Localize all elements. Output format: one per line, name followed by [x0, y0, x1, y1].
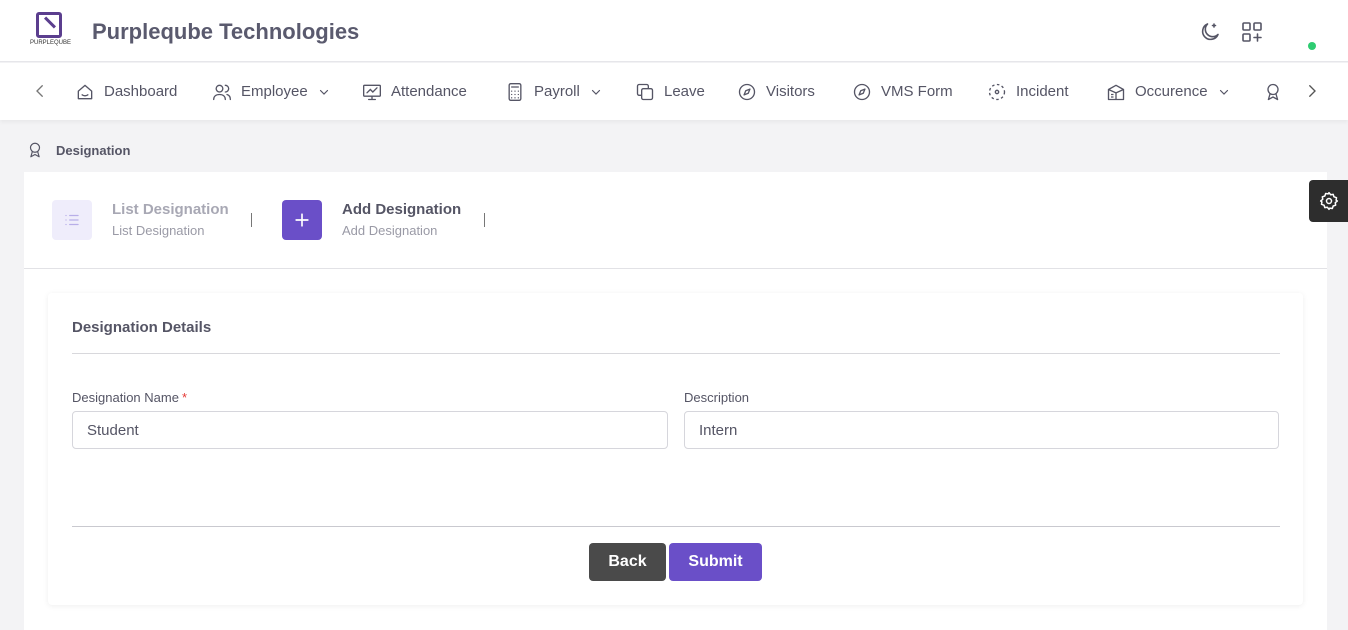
description-input[interactable]	[684, 411, 1279, 449]
nav-item-leave[interactable]: Leave	[635, 63, 705, 120]
home-icon	[77, 84, 93, 99]
moon-icon[interactable]	[1198, 20, 1222, 44]
nav-label: Visitors	[766, 83, 815, 100]
nav-label: Employee	[241, 83, 308, 100]
online-status-dot	[1308, 42, 1316, 50]
chevron-down-icon	[319, 89, 328, 95]
submit-button[interactable]: Submit	[669, 543, 762, 581]
designation-name-input[interactable]	[72, 411, 668, 449]
gear-icon	[1319, 191, 1338, 211]
monitor-chart-icon	[363, 84, 381, 100]
award-icon	[29, 142, 41, 158]
nav-item-employee[interactable]: Employee	[212, 63, 330, 120]
chevron-down-icon	[1219, 89, 1228, 95]
chevron-down-icon	[591, 89, 600, 95]
step-subtitle-list: List Designation	[112, 223, 205, 238]
nav-label: Leave	[664, 83, 705, 100]
nav-item-payroll[interactable]: Payroll	[505, 63, 602, 120]
wizard-steps: List Designation List Designation Add De…	[24, 172, 1327, 269]
step-title-add[interactable]: Add Designation	[342, 201, 461, 218]
focus-icon	[988, 83, 1006, 100]
section-title: Designation Details	[72, 319, 212, 336]
company-name: Purpleqube Technologies	[92, 19, 360, 44]
nav-label: VMS Form	[881, 83, 953, 100]
nav-label: Dashboard	[104, 83, 178, 100]
calculator-icon	[508, 82, 522, 101]
nav-label: Incident	[1016, 83, 1069, 100]
description-label: Description	[684, 390, 750, 405]
nav-label: Occurence	[1135, 83, 1208, 100]
copy-icon	[636, 83, 654, 100]
users-icon	[213, 84, 231, 100]
add-step-button[interactable]	[282, 200, 322, 240]
required-mark: *	[181, 390, 188, 405]
list-icon	[65, 214, 79, 226]
divider	[72, 353, 1280, 354]
step-subtitle-add: Add Designation	[342, 223, 438, 238]
back-button[interactable]: Back	[589, 543, 666, 581]
designation-details-panel: Designation Details Designation Name* De…	[48, 293, 1303, 605]
breadcrumb: Designation	[26, 141, 130, 159]
nav-scroll-left-icon[interactable]	[31, 82, 49, 100]
nav-label: Attendance	[391, 83, 467, 100]
plus-icon	[295, 213, 309, 227]
nav-item-visitors[interactable]: Visitors	[737, 63, 815, 120]
company-logo[interactable]: PURPLEQUBE	[30, 10, 72, 52]
apps-add-icon[interactable]	[1240, 20, 1264, 44]
list-step-button[interactable]	[52, 200, 92, 240]
compass-icon	[853, 83, 871, 100]
logo-text: PURPLEQUBE	[30, 40, 72, 46]
designation-name-label: Designation Name *	[72, 390, 188, 405]
nav-item-vms-form[interactable]: VMS Form	[852, 63, 953, 120]
nav-item-occurence[interactable]: Occurence	[1106, 63, 1230, 120]
breadcrumb-label: Designation	[56, 142, 131, 158]
step-separator	[484, 213, 485, 227]
award-icon	[1267, 83, 1279, 100]
nav-item-dashboard[interactable]: Dashboard	[75, 63, 177, 120]
nav-label: Payroll	[534, 83, 580, 100]
main-nav: Dashboard Employee Attendance Payroll Le…	[0, 63, 1348, 120]
nav-item-attendance[interactable]: Attendance	[362, 63, 467, 120]
nav-item-incident[interactable]: Incident	[987, 63, 1069, 120]
nav-scroll-right-icon[interactable]	[1303, 82, 1321, 100]
step-title-list[interactable]: List Designation	[112, 201, 229, 218]
compass-icon	[738, 83, 756, 100]
settings-toggle[interactable]	[1309, 180, 1348, 222]
building-icon	[1107, 84, 1125, 100]
nav-item-designation[interactable]	[1263, 63, 1292, 120]
divider	[72, 526, 1280, 527]
top-header: PURPLEQUBE Purpleqube Technologies	[0, 0, 1348, 62]
logo-mark	[36, 12, 62, 38]
step-separator	[251, 213, 252, 227]
designation-card: List Designation List Designation Add De…	[24, 172, 1327, 630]
